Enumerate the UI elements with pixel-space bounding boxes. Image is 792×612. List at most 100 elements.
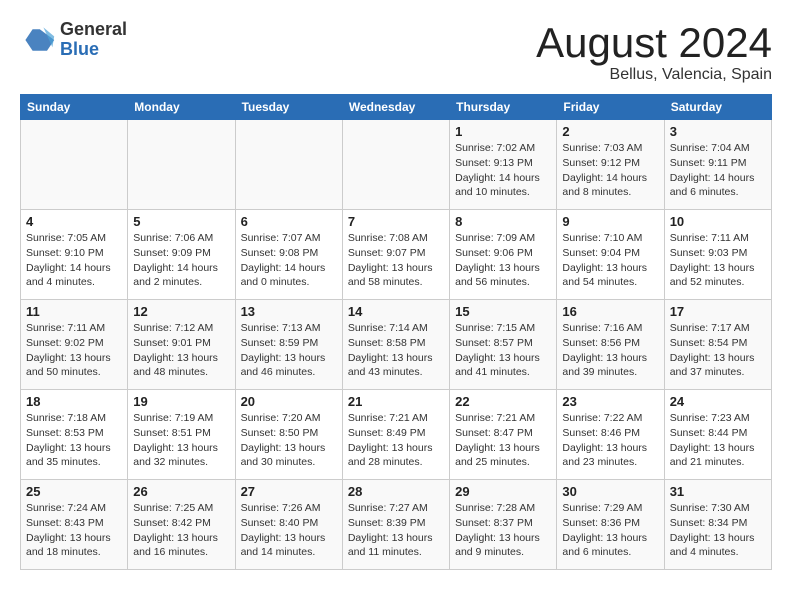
- calendar-cell: 20Sunrise: 7:20 AM Sunset: 8:50 PM Dayli…: [235, 390, 342, 480]
- calendar-cell: 29 Sunrise: 7:28 AM Sunset: 8:37 PM Dayli…: [450, 480, 557, 570]
- title-block: August 2024 Bellus, Valencia, Spain: [536, 20, 772, 84]
- day-number: 7: [348, 214, 444, 229]
- day-info: Sunrise: 7:07 AM Sunset: 9:08 PM Dayligh…: [241, 231, 337, 290]
- calendar-body: 1 Sunrise: 7:02 AM Sunset: 9:13 PM Daylig…: [21, 120, 772, 570]
- calendar-cell: 8Sunrise: 7:09 AM Sunset: 9:06 PM Daylig…: [450, 210, 557, 300]
- day-info: Sunrise: 7:13 AM Sunset: 8:59 PM Dayligh…: [241, 321, 337, 380]
- day-info: Sunrise: 7:12 AM Sunset: 9:01 PM Dayligh…: [133, 321, 229, 380]
- day-number: 11: [26, 304, 122, 319]
- day-number: 5: [133, 214, 229, 229]
- day-info: Sunrise: 7:29 AM Sunset: 8:36 PM Dayligh…: [562, 501, 658, 560]
- calendar-cell: [342, 120, 449, 210]
- day-info: Sunrise: 7:21 AM Sunset: 8:49 PM Dayligh…: [348, 411, 444, 470]
- calendar-cell: 12Sunrise: 7:12 AM Sunset: 9:01 PM Dayli…: [128, 300, 235, 390]
- day-info: Sunrise: 7:02 AM Sunset: 9:13 PM Dayligh…: [455, 141, 551, 200]
- day-info: Sunrise: 7:17 AM Sunset: 8:54 PM Dayligh…: [670, 321, 766, 380]
- logo-text: General Blue: [60, 20, 127, 60]
- logo-icon: [20, 22, 56, 58]
- calendar-cell: [235, 120, 342, 210]
- day-info: Sunrise: 7:06 AM Sunset: 9:09 PM Dayligh…: [133, 231, 229, 290]
- day-number: 3: [670, 124, 766, 139]
- day-number: 19: [133, 394, 229, 409]
- day-number: 28: [348, 484, 444, 499]
- day-number: 25: [26, 484, 122, 499]
- day-info: Sunrise: 7:10 AM Sunset: 9:04 PM Dayligh…: [562, 231, 658, 290]
- calendar-cell: 13 Sunrise: 7:13 AM Sunset: 8:59 PM Dayli…: [235, 300, 342, 390]
- day-info: Sunrise: 7:25 AM Sunset: 8:42 PM Dayligh…: [133, 501, 229, 560]
- calendar-cell: 7 Sunrise: 7:08 AM Sunset: 9:07 PM Daylig…: [342, 210, 449, 300]
- day-number: 26: [133, 484, 229, 499]
- day-info: Sunrise: 7:18 AM Sunset: 8:53 PM Dayligh…: [26, 411, 122, 470]
- day-info: Sunrise: 7:14 AM Sunset: 8:58 PM Dayligh…: [348, 321, 444, 380]
- calendar-title: August 2024: [536, 20, 772, 66]
- day-number: 9: [562, 214, 658, 229]
- page-header: General Blue August 2024 Bellus, Valenci…: [20, 20, 772, 84]
- day-number: 15: [455, 304, 551, 319]
- calendar-cell: 17 Sunrise: 7:17 AM Sunset: 8:54 PM Dayli…: [664, 300, 771, 390]
- day-info: Sunrise: 7:22 AM Sunset: 8:46 PM Dayligh…: [562, 411, 658, 470]
- day-info: Sunrise: 7:09 AM Sunset: 9:06 PM Dayligh…: [455, 231, 551, 290]
- calendar-cell: 2 Sunrise: 7:03 AM Sunset: 9:12 PM Daylig…: [557, 120, 664, 210]
- calendar-cell: [21, 120, 128, 210]
- week-row-3: 11Sunrise: 7:11 AM Sunset: 9:02 PM Dayli…: [21, 300, 772, 390]
- header-day-monday: Monday: [128, 95, 235, 120]
- header-day-sunday: Sunday: [21, 95, 128, 120]
- calendar-cell: [128, 120, 235, 210]
- day-number: 2: [562, 124, 658, 139]
- header-day-wednesday: Wednesday: [342, 95, 449, 120]
- day-info: Sunrise: 7:20 AM Sunset: 8:50 PM Dayligh…: [241, 411, 337, 470]
- day-number: 31: [670, 484, 766, 499]
- calendar-cell: 9 Sunrise: 7:10 AM Sunset: 9:04 PM Daylig…: [557, 210, 664, 300]
- day-info: Sunrise: 7:30 AM Sunset: 8:34 PM Dayligh…: [670, 501, 766, 560]
- calendar-cell: 24Sunrise: 7:23 AM Sunset: 8:44 PM Dayli…: [664, 390, 771, 480]
- day-info: Sunrise: 7:05 AM Sunset: 9:10 PM Dayligh…: [26, 231, 122, 290]
- day-info: Sunrise: 7:16 AM Sunset: 8:56 PM Dayligh…: [562, 321, 658, 380]
- day-info: Sunrise: 7:03 AM Sunset: 9:12 PM Dayligh…: [562, 141, 658, 200]
- calendar-cell: 31 Sunrise: 7:30 AM Sunset: 8:34 PM Dayli…: [664, 480, 771, 570]
- calendar-cell: 25Sunrise: 7:24 AM Sunset: 8:43 PM Dayli…: [21, 480, 128, 570]
- day-number: 22: [455, 394, 551, 409]
- calendar-cell: 6Sunrise: 7:07 AM Sunset: 9:08 PM Daylig…: [235, 210, 342, 300]
- calendar-cell: 21 Sunrise: 7:21 AM Sunset: 8:49 PM Dayli…: [342, 390, 449, 480]
- calendar-cell: 19Sunrise: 7:19 AM Sunset: 8:51 PM Dayli…: [128, 390, 235, 480]
- week-row-5: 25Sunrise: 7:24 AM Sunset: 8:43 PM Dayli…: [21, 480, 772, 570]
- day-number: 4: [26, 214, 122, 229]
- calendar-cell: 18Sunrise: 7:18 AM Sunset: 8:53 PM Dayli…: [21, 390, 128, 480]
- calendar-cell: 26 Sunrise: 7:25 AM Sunset: 8:42 PM Dayli…: [128, 480, 235, 570]
- calendar-cell: 15 Sunrise: 7:15 AM Sunset: 8:57 PM Dayli…: [450, 300, 557, 390]
- header-row: SundayMondayTuesdayWednesdayThursdayFrid…: [21, 95, 772, 120]
- day-info: Sunrise: 7:28 AM Sunset: 8:37 PM Dayligh…: [455, 501, 551, 560]
- day-number: 27: [241, 484, 337, 499]
- calendar-cell: 5 Sunrise: 7:06 AM Sunset: 9:09 PM Daylig…: [128, 210, 235, 300]
- day-info: Sunrise: 7:26 AM Sunset: 8:40 PM Dayligh…: [241, 501, 337, 560]
- calendar-cell: 11Sunrise: 7:11 AM Sunset: 9:02 PM Dayli…: [21, 300, 128, 390]
- calendar-cell: 1 Sunrise: 7:02 AM Sunset: 9:13 PM Daylig…: [450, 120, 557, 210]
- day-number: 1: [455, 124, 551, 139]
- calendar-cell: 30Sunrise: 7:29 AM Sunset: 8:36 PM Dayli…: [557, 480, 664, 570]
- calendar-header: SundayMondayTuesdayWednesdayThursdayFrid…: [21, 95, 772, 120]
- logo-blue-text: Blue: [60, 40, 127, 60]
- logo-general-text: General: [60, 20, 127, 40]
- calendar-cell: 10Sunrise: 7:11 AM Sunset: 9:03 PM Dayli…: [664, 210, 771, 300]
- header-day-thursday: Thursday: [450, 95, 557, 120]
- calendar-cell: 23 Sunrise: 7:22 AM Sunset: 8:46 PM Dayli…: [557, 390, 664, 480]
- day-number: 17: [670, 304, 766, 319]
- day-number: 14: [348, 304, 444, 319]
- calendar-cell: 4 Sunrise: 7:05 AM Sunset: 9:10 PM Daylig…: [21, 210, 128, 300]
- day-number: 13: [241, 304, 337, 319]
- day-number: 24: [670, 394, 766, 409]
- calendar-cell: 22 Sunrise: 7:21 AM Sunset: 8:47 PM Dayli…: [450, 390, 557, 480]
- day-number: 23: [562, 394, 658, 409]
- calendar-cell: 27 Sunrise: 7:26 AM Sunset: 8:40 PM Dayli…: [235, 480, 342, 570]
- day-number: 29: [455, 484, 551, 499]
- day-info: Sunrise: 7:15 AM Sunset: 8:57 PM Dayligh…: [455, 321, 551, 380]
- header-day-saturday: Saturday: [664, 95, 771, 120]
- logo: General Blue: [20, 20, 127, 60]
- day-number: 16: [562, 304, 658, 319]
- day-info: Sunrise: 7:21 AM Sunset: 8:47 PM Dayligh…: [455, 411, 551, 470]
- calendar-cell: 28Sunrise: 7:27 AM Sunset: 8:39 PM Dayli…: [342, 480, 449, 570]
- day-number: 21: [348, 394, 444, 409]
- week-row-4: 18Sunrise: 7:18 AM Sunset: 8:53 PM Dayli…: [21, 390, 772, 480]
- day-number: 10: [670, 214, 766, 229]
- day-info: Sunrise: 7:08 AM Sunset: 9:07 PM Dayligh…: [348, 231, 444, 290]
